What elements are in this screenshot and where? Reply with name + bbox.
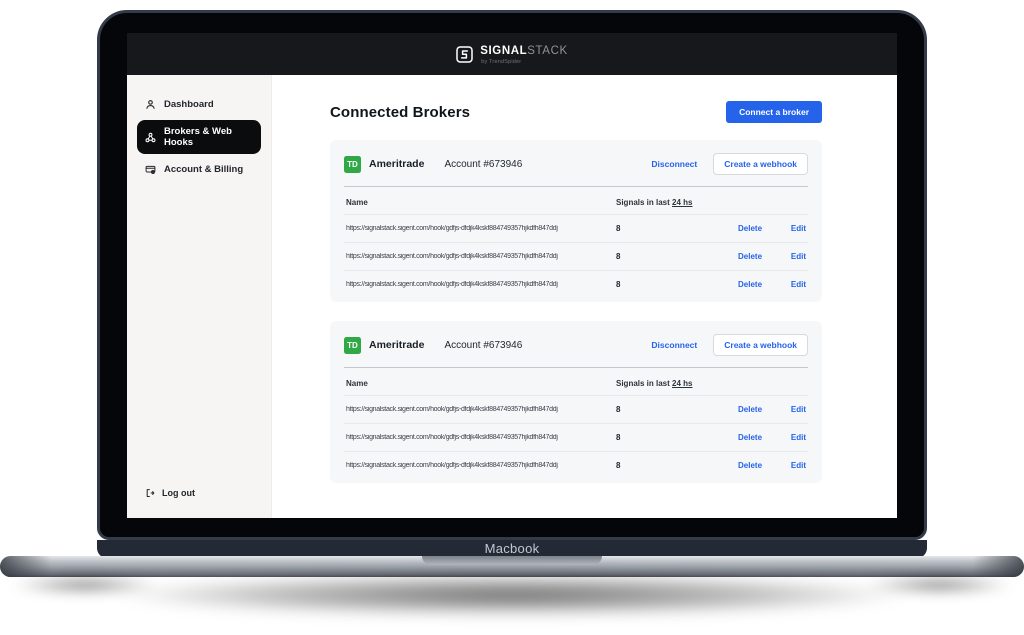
- page-title: Connected Brokers: [330, 104, 470, 121]
- broker-account-number: Account #673946: [444, 159, 522, 170]
- webhook-table-header: Name Signals in last 24 hs: [344, 368, 808, 395]
- edit-link[interactable]: Edit: [791, 224, 806, 233]
- disconnect-link[interactable]: Disconnect: [651, 159, 697, 169]
- webhook-url: https://signalstack.sigent.com/hook/gdfj…: [346, 406, 616, 413]
- logout-icon: [145, 488, 155, 498]
- edit-link[interactable]: Edit: [791, 433, 806, 442]
- signals-period-toggle[interactable]: 24 hs: [672, 379, 692, 388]
- webhook-row: https://signalstack.sigent.com/hook/gdfj…: [344, 395, 808, 423]
- sidebar-item-label: Brokers & Web Hooks: [164, 126, 253, 148]
- delete-link[interactable]: Delete: [738, 224, 762, 233]
- broker-card: TD Ameritrade Account #673946 Disconnect…: [330, 140, 822, 302]
- webhook-row: https://signalstack.sigent.com/hook/gdfj…: [344, 451, 808, 479]
- broker-name: Ameritrade: [369, 339, 424, 351]
- signals-count: 8: [616, 405, 738, 414]
- connect-broker-button[interactable]: Connect a broker: [726, 101, 822, 123]
- logo-text-stack: STACK: [527, 45, 568, 57]
- webhook-row: https://signalstack.sigent.com/hook/gdfj…: [344, 214, 808, 242]
- column-header-name: Name: [346, 198, 616, 207]
- laptop-shadow: [120, 574, 904, 616]
- sidebar-item-label: Dashboard: [164, 99, 214, 110]
- edit-link[interactable]: Edit: [791, 280, 806, 289]
- signals-count: 8: [616, 252, 738, 261]
- logout-label: Log out: [162, 488, 195, 498]
- logo-wordmark: SIGNALSTACK by TrendSpider: [480, 44, 568, 64]
- webhook-icon: [145, 132, 156, 143]
- laptop-base-notch: [422, 556, 602, 565]
- webhook-row: https://signalstack.sigent.com/hook/gdfj…: [344, 242, 808, 270]
- logout-button[interactable]: Log out: [137, 484, 261, 502]
- broker-name: Ameritrade: [369, 158, 424, 170]
- delete-link[interactable]: Delete: [738, 433, 762, 442]
- broker-card: TD Ameritrade Account #673946 Disconnect…: [330, 321, 822, 483]
- delete-link[interactable]: Delete: [738, 252, 762, 261]
- sidebar-item-account-billing[interactable]: Account & Billing: [137, 158, 261, 181]
- signalstack-logo: SIGNALSTACK by TrendSpider: [456, 44, 568, 64]
- signals-count: 8: [616, 280, 738, 289]
- laptop-shadow-left: [10, 576, 160, 594]
- sidebar: Dashboard Brokers & Web Hooks: [127, 75, 272, 518]
- signals-count: 8: [616, 224, 738, 233]
- webhook-url: https://signalstack.sigent.com/hook/gdfj…: [346, 434, 616, 441]
- webhook-table-header: Name Signals in last 24 hs: [344, 187, 808, 214]
- billing-card-icon: [145, 164, 156, 175]
- delete-link[interactable]: Delete: [738, 280, 762, 289]
- signals-count: 8: [616, 433, 738, 442]
- webhook-url: https://signalstack.sigent.com/hook/gdfj…: [346, 225, 616, 232]
- disconnect-link[interactable]: Disconnect: [651, 340, 697, 350]
- logo-byline: by TrendSpider: [481, 56, 521, 68]
- edit-link[interactable]: Edit: [791, 461, 806, 470]
- signals-count: 8: [616, 461, 738, 470]
- sidebar-item-dashboard[interactable]: Dashboard: [137, 93, 261, 116]
- create-webhook-button[interactable]: Create a webhook: [713, 153, 808, 175]
- device-label: Macbook: [485, 541, 540, 556]
- webhook-url: https://signalstack.sigent.com/hook/gdfj…: [346, 253, 616, 260]
- column-header-signals: Signals in last 24 hs: [616, 379, 738, 388]
- main-content: Connected Brokers Connect a broker TD Am…: [272, 75, 897, 518]
- webhook-url: https://signalstack.sigent.com/hook/gdfj…: [346, 281, 616, 288]
- edit-link[interactable]: Edit: [791, 405, 806, 414]
- app-window: SIGNALSTACK by TrendSpider Dashboard: [127, 33, 897, 518]
- td-ameritrade-logo: TD: [344, 337, 361, 354]
- td-ameritrade-logo: TD: [344, 156, 361, 173]
- sidebar-item-label: Account & Billing: [164, 164, 243, 175]
- dashboard-person-icon: [145, 99, 156, 110]
- delete-link[interactable]: Delete: [738, 461, 762, 470]
- column-header-signals: Signals in last 24 hs: [616, 198, 738, 207]
- app-topbar: SIGNALSTACK by TrendSpider: [127, 33, 897, 75]
- webhook-url: https://signalstack.sigent.com/hook/gdfj…: [346, 462, 616, 469]
- edit-link[interactable]: Edit: [791, 252, 806, 261]
- laptop-mockup: SIGNALSTACK by TrendSpider Dashboard: [0, 0, 1024, 635]
- sidebar-item-brokers-webhooks[interactable]: Brokers & Web Hooks: [137, 120, 261, 154]
- broker-account-number: Account #673946: [444, 340, 522, 351]
- webhook-row: https://signalstack.sigent.com/hook/gdfj…: [344, 270, 808, 298]
- create-webhook-button[interactable]: Create a webhook: [713, 334, 808, 356]
- column-header-name: Name: [346, 379, 616, 388]
- webhook-row: https://signalstack.sigent.com/hook/gdfj…: [344, 423, 808, 451]
- signalstack-logo-icon: [456, 46, 473, 63]
- signals-period-toggle[interactable]: 24 hs: [672, 198, 692, 207]
- laptop-shadow-right: [864, 576, 1014, 594]
- delete-link[interactable]: Delete: [738, 405, 762, 414]
- laptop-screen: SIGNALSTACK by TrendSpider Dashboard: [97, 10, 927, 540]
